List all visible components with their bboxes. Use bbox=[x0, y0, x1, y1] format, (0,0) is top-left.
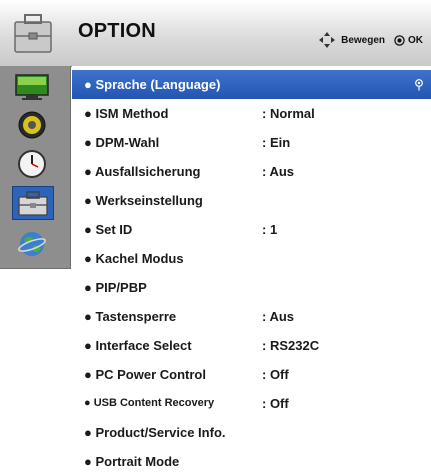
menu-item-set-id[interactable]: ● Set ID : 1 bbox=[72, 215, 431, 244]
menu-item-product-service-info[interactable]: ● Product/Service Info. bbox=[72, 418, 431, 447]
menu-item-tastensperre[interactable]: ● Tastensperre : Aus bbox=[72, 302, 431, 331]
sidebar-item-time[interactable] bbox=[12, 149, 52, 179]
network-globe-icon bbox=[18, 232, 46, 256]
menu-item-value: : Off bbox=[262, 367, 289, 382]
menu-item-ism-method[interactable]: ● ISM Method : Normal bbox=[72, 99, 431, 128]
page-title: OPTION bbox=[78, 20, 156, 42]
menu-item-label: ● ISM Method bbox=[84, 106, 169, 121]
menu-item-werkseinstellung[interactable]: ● Werkseinstellung bbox=[72, 186, 431, 215]
menu-item-label: ● Set ID bbox=[84, 222, 133, 237]
option-menu-panel: ● Sprache (Language) ● ISM Method : Norm… bbox=[72, 66, 431, 474]
menu-header: OPTION Bewegen OK bbox=[0, 0, 431, 67]
menu-item-label: ● Werkseinstellung bbox=[84, 193, 203, 208]
menu-item-dpm-wahl[interactable]: ● DPM-Wahl : Ein bbox=[72, 128, 431, 157]
menu-item-label: ● PIP/PBP bbox=[84, 280, 147, 295]
sidebar-item-audio[interactable] bbox=[12, 110, 52, 140]
menu-item-pc-power-control[interactable]: ● PC Power Control : Off bbox=[72, 360, 431, 389]
category-sidebar bbox=[0, 66, 71, 269]
menu-item-value: : Ein bbox=[262, 135, 291, 150]
menu-item-value: : Normal bbox=[262, 106, 315, 121]
menu-item-label: ● DPM-Wahl bbox=[84, 135, 160, 150]
menu-item-label: ● Portrait Mode bbox=[84, 454, 180, 469]
menu-item-value: : Off bbox=[262, 396, 289, 411]
location-pin-icon bbox=[415, 79, 423, 91]
menu-item-pip-pbp[interactable]: ● PIP/PBP bbox=[72, 273, 431, 302]
menu-item-label: ● Product/Service Info. bbox=[84, 425, 226, 440]
menu-item-label: ● Kachel Modus bbox=[84, 251, 184, 266]
picture-icon bbox=[15, 74, 49, 100]
menu-item-label: ● PC Power Control bbox=[84, 367, 206, 382]
ok-hint-label: OK bbox=[408, 34, 423, 46]
menu-item-value: : 1 bbox=[262, 222, 278, 237]
menu-item-usb-content-recovery[interactable]: ● USB Content Recovery : Off bbox=[72, 389, 431, 418]
menu-item-label: ● Tastensperre bbox=[84, 309, 177, 324]
option-toolbox-icon bbox=[18, 191, 48, 216]
menu-item-sprache[interactable]: ● Sprache (Language) bbox=[72, 70, 431, 99]
sidebar-item-picture[interactable] bbox=[12, 72, 52, 102]
move-hint-label: Bewegen bbox=[341, 34, 385, 46]
menu-item-kachel-modus[interactable]: ● Kachel Modus bbox=[72, 244, 431, 273]
sidebar-item-network[interactable] bbox=[12, 229, 52, 259]
sidebar-item-option[interactable] bbox=[12, 186, 54, 220]
navigation-hint: Bewegen OK bbox=[318, 31, 423, 49]
menu-item-label: ● USB Content Recovery bbox=[84, 397, 215, 409]
menu-item-interface-select[interactable]: ● Interface Select : RS232C bbox=[72, 331, 431, 360]
ok-button-icon bbox=[394, 34, 405, 46]
clock-icon bbox=[18, 150, 46, 178]
menu-item-value: : Aus bbox=[262, 309, 295, 324]
menu-item-portrait-mode[interactable]: ● Portrait Mode bbox=[72, 447, 431, 476]
menu-item-value: : Aus bbox=[262, 164, 295, 179]
dpad-arrows-icon bbox=[319, 32, 336, 48]
menu-item-ausfallsicherung[interactable]: ● Ausfallsicherung : Aus bbox=[72, 157, 431, 186]
menu-item-label: ● Sprache (Language) bbox=[84, 77, 221, 92]
toolbox-icon bbox=[14, 14, 52, 53]
menu-item-label: ● Ausfallsicherung bbox=[84, 164, 201, 179]
audio-icon bbox=[18, 111, 46, 139]
menu-item-label: ● Interface Select bbox=[84, 338, 192, 353]
menu-item-value: : RS232C bbox=[262, 338, 320, 353]
